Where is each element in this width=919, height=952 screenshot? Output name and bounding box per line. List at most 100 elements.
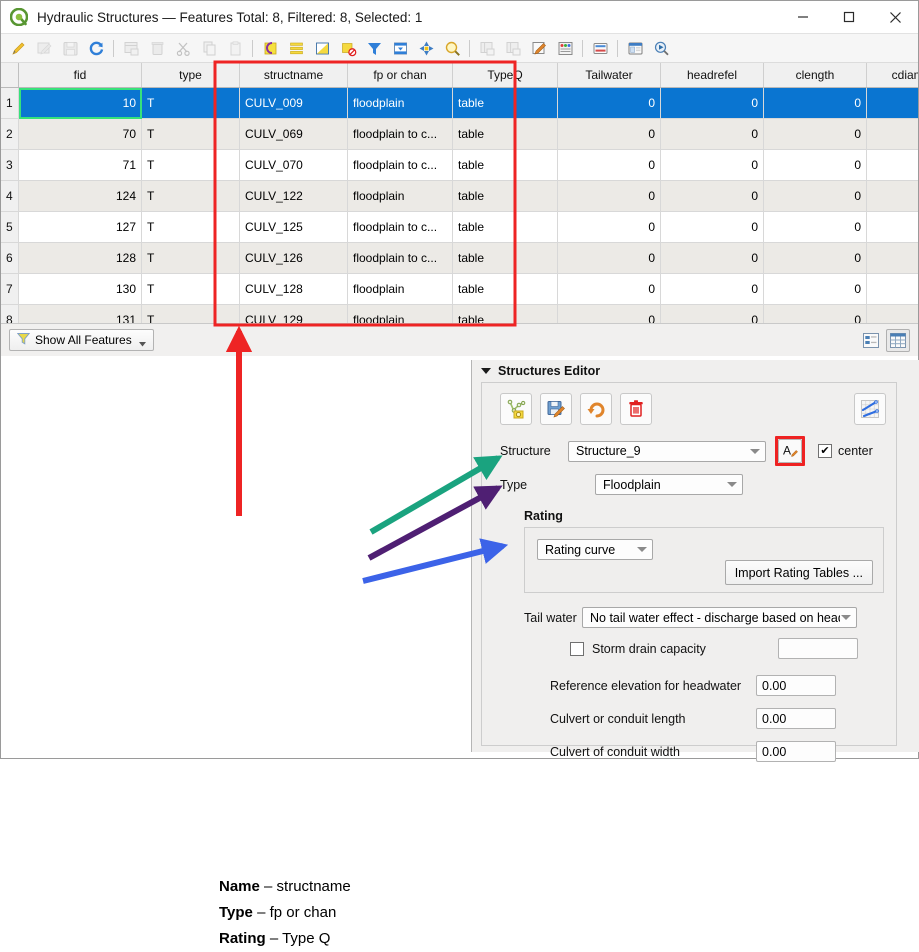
- cell-typeq[interactable]: table: [453, 305, 558, 324]
- cell-headrefel[interactable]: 0: [661, 181, 764, 212]
- show-all-features-button[interactable]: Show All Features: [9, 329, 154, 351]
- cell-clength[interactable]: 0: [764, 150, 867, 181]
- center-checkbox-group[interactable]: ✔ center: [818, 444, 873, 458]
- cell-structname[interactable]: CULV_128: [240, 274, 348, 305]
- cell-type[interactable]: T: [142, 119, 240, 150]
- table-row[interactable]: 6128TCULV_126floodplain to c...table0000: [1, 243, 918, 274]
- cell-cdiameter[interactable]: 0: [867, 119, 919, 150]
- cell-typeq[interactable]: table: [453, 88, 558, 119]
- cell-fp-or-chan[interactable]: floodplain to c...: [348, 243, 453, 274]
- add-structure-icon[interactable]: [500, 393, 532, 425]
- cell-fid[interactable]: 127: [19, 212, 142, 243]
- cell-headrefel[interactable]: 0: [661, 243, 764, 274]
- move-selection-top-icon[interactable]: [389, 36, 411, 60]
- cell-headrefel[interactable]: 0: [661, 212, 764, 243]
- cell-headrefel[interactable]: 0: [661, 88, 764, 119]
- cell-fid[interactable]: 128: [19, 243, 142, 274]
- form-view-toggle[interactable]: [859, 329, 883, 352]
- cell-cdiameter[interactable]: 0: [867, 181, 919, 212]
- conditional-formatting-icon[interactable]: [554, 36, 576, 60]
- revert-changes-icon[interactable]: [580, 393, 612, 425]
- cell-cdiameter[interactable]: 0: [867, 243, 919, 274]
- filter-selection-icon[interactable]: [363, 36, 385, 60]
- delete-structure-icon[interactable]: [620, 393, 652, 425]
- cell-headrefel[interactable]: 0: [661, 150, 764, 181]
- cell-structname[interactable]: CULV_009: [240, 88, 348, 119]
- table-row[interactable]: 8131TCULV_129floodplaintable0000: [1, 305, 918, 324]
- cell-tailwater[interactable]: 0: [558, 181, 661, 212]
- invert-selection-icon[interactable]: [311, 36, 333, 60]
- organize-columns-icon[interactable]: [589, 36, 611, 60]
- cell-cdiameter[interactable]: 0: [867, 212, 919, 243]
- cell-typeq[interactable]: table: [453, 181, 558, 212]
- reload-icon[interactable]: [85, 36, 107, 60]
- field-calculator-icon[interactable]: [528, 36, 550, 60]
- cell-tailwater[interactable]: 0: [558, 243, 661, 274]
- cell-tailwater[interactable]: 0: [558, 150, 661, 181]
- delete-field-icon[interactable]: [502, 36, 524, 60]
- cell-tailwater[interactable]: 0: [558, 274, 661, 305]
- table-row[interactable]: 5127TCULV_125floodplain to c...table0000: [1, 212, 918, 243]
- cell-structname[interactable]: CULV_069: [240, 119, 348, 150]
- cell-structname[interactable]: CULV_129: [240, 305, 348, 324]
- chevron-down-icon[interactable]: [139, 336, 146, 350]
- cell-tailwater[interactable]: 0: [558, 88, 661, 119]
- cell-fp-or-chan[interactable]: floodplain: [348, 181, 453, 212]
- cell-typeq[interactable]: table: [453, 150, 558, 181]
- table-row[interactable]: 270TCULV_069floodplain to c...table0000: [1, 119, 918, 150]
- table-row[interactable]: 7130TCULV_128floodplaintable0000: [1, 274, 918, 305]
- table-row[interactable]: 4124TCULV_122floodplaintable0000: [1, 181, 918, 212]
- column-header-headrefel[interactable]: headrefel: [661, 63, 764, 88]
- cell-fp-or-chan[interactable]: floodplain to c...: [348, 119, 453, 150]
- column-header-type[interactable]: type: [142, 63, 240, 88]
- cell-tailwater[interactable]: 0: [558, 212, 661, 243]
- add-feature-icon[interactable]: [120, 36, 142, 60]
- row-number[interactable]: 4: [1, 181, 19, 212]
- pan-to-selection-icon[interactable]: [415, 36, 437, 60]
- cell-fp-or-chan[interactable]: floodplain to c...: [348, 212, 453, 243]
- minimize-button[interactable]: [780, 1, 826, 33]
- cell-clength[interactable]: 0: [764, 305, 867, 324]
- cell-headrefel[interactable]: 0: [661, 305, 764, 324]
- new-field-icon[interactable]: [476, 36, 498, 60]
- cell-fp-or-chan[interactable]: floodplain to c...: [348, 150, 453, 181]
- triangle-down-icon[interactable]: [481, 364, 491, 378]
- center-checkbox[interactable]: ✔: [818, 444, 832, 458]
- delete-selected-icon[interactable]: [146, 36, 168, 60]
- maximize-button[interactable]: [826, 1, 872, 33]
- structures-editor-title-row[interactable]: Structures Editor: [472, 360, 919, 382]
- cell-fid[interactable]: 130: [19, 274, 142, 305]
- column-header-cdiameter[interactable]: cdiameter: [867, 63, 919, 88]
- cell-fid[interactable]: 71: [19, 150, 142, 181]
- cell-tailwater[interactable]: 0: [558, 305, 661, 324]
- cell-type[interactable]: T: [142, 243, 240, 274]
- cell-type[interactable]: T: [142, 181, 240, 212]
- cell-type[interactable]: T: [142, 305, 240, 324]
- cell-fid[interactable]: 70: [19, 119, 142, 150]
- column-header-typeq[interactable]: TypeQ: [453, 63, 558, 88]
- attribute-table[interactable]: fid type structname fp or chan TypeQ Tai…: [1, 63, 918, 323]
- cell-typeq[interactable]: table: [453, 243, 558, 274]
- column-header-clength[interactable]: clength: [764, 63, 867, 88]
- cell-structname[interactable]: CULV_122: [240, 181, 348, 212]
- row-number[interactable]: 8: [1, 305, 19, 324]
- cell-clength[interactable]: 0: [764, 243, 867, 274]
- column-header-fid[interactable]: fid: [19, 63, 142, 88]
- table-row[interactable]: 371TCULV_070floodplain to c...table0000: [1, 150, 918, 181]
- row-number[interactable]: 5: [1, 212, 19, 243]
- cell-clength[interactable]: 0: [764, 88, 867, 119]
- cell-fid[interactable]: 124: [19, 181, 142, 212]
- cell-clength[interactable]: 0: [764, 212, 867, 243]
- cell-structname[interactable]: CULV_126: [240, 243, 348, 274]
- numeric-field-input[interactable]: 0.00: [756, 675, 836, 696]
- row-number[interactable]: 6: [1, 243, 19, 274]
- paste-features-icon[interactable]: [224, 36, 246, 60]
- toggle-editing-icon[interactable]: [7, 36, 29, 60]
- cell-clength[interactable]: 0: [764, 119, 867, 150]
- cut-features-icon[interactable]: [172, 36, 194, 60]
- storm-drain-input[interactable]: [778, 638, 858, 659]
- cell-cdiameter[interactable]: 0: [867, 150, 919, 181]
- cell-cdiameter[interactable]: 0: [867, 274, 919, 305]
- multi-edit-icon[interactable]: [33, 36, 55, 60]
- deselect-all-icon[interactable]: [337, 36, 359, 60]
